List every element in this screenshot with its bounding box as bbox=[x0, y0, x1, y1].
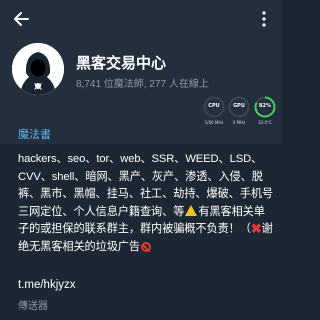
battery-gauge: 82% 33.0°C bbox=[254, 96, 276, 125]
battery-gauge-label: 82% bbox=[259, 103, 271, 109]
group-title: 黑客交易中心 bbox=[76, 55, 167, 72]
warning-icon bbox=[185, 204, 198, 216]
chat-header: 黑客交易中心 8,741 位魔法師, 277 人在線上 CPU 1/60 MHz… bbox=[0, 0, 282, 144]
prohibited-icon bbox=[140, 241, 151, 252]
battery-gauge-sub: 33.0°C bbox=[258, 120, 272, 125]
section-label: 魔法書 bbox=[18, 129, 51, 141]
invite-link[interactable]: t.me/hkjyzx bbox=[18, 279, 76, 291]
vertical-dots-icon[interactable] bbox=[258, 10, 270, 28]
cross-mark-icon: ✖ bbox=[250, 221, 262, 237]
group-avatar[interactable] bbox=[12, 43, 64, 95]
member-count: 8,741 位魔法師, 277 人在線上 bbox=[76, 79, 209, 90]
link-caption: 傳送器 bbox=[18, 301, 48, 312]
arrow-left-icon[interactable] bbox=[12, 10, 30, 28]
group-description: hackers、seo、tor、web、SSR、WEED、LSD、CVV、she… bbox=[18, 151, 274, 257]
hooded-hacker-icon bbox=[12, 43, 64, 95]
cpu-gauge: CPU 1/60 MHz bbox=[203, 96, 225, 125]
cpu-gauge-label: CPU bbox=[208, 103, 220, 109]
gpu-gauge-label: GPU bbox=[233, 103, 245, 109]
gpu-gauge: GPU 0 MHz bbox=[228, 96, 250, 125]
